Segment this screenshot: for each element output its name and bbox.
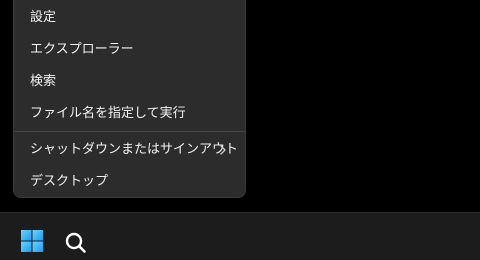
menu-item-label: シャットダウンまたはサインアウト [30,142,239,157]
windows-start-icon [21,230,43,252]
menu-item-label: 検索 [30,74,57,89]
start-button[interactable] [14,219,50,255]
start-context-menu: 設定 エクスプローラー 検索 ファイル名を指定して実行 シャットダウンまたはサイ… [13,0,246,198]
menu-item-run[interactable]: ファイル名を指定して実行 [18,99,241,129]
search-icon [65,232,86,253]
menu-item-label: デスクトップ [30,174,109,189]
taskbar-search-button[interactable] [58,219,94,255]
menu-item-settings[interactable]: 設定 [18,3,241,33]
menu-item-label: エクスプローラー [30,42,134,57]
menu-item-label: 設定 [30,10,57,25]
taskbar [0,212,480,260]
menu-item-label: ファイル名を指定して実行 [30,106,186,121]
menu-item-desktop[interactable]: デスクトップ [18,167,241,197]
menu-item-shutdown-signout[interactable]: シャットダウンまたはサインアウト [18,135,241,165]
menu-item-explorer[interactable]: エクスプローラー [18,35,241,65]
chevron-right-icon [220,145,226,155]
menu-item-search[interactable]: 検索 [18,67,241,97]
menu-separator [14,131,245,132]
